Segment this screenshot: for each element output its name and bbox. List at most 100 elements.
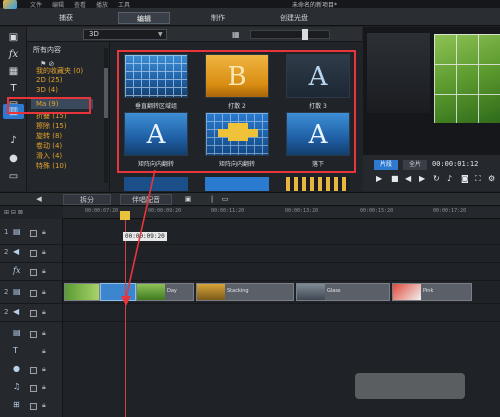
clip-thumbnail	[393, 284, 421, 300]
snapshot-icon[interactable]: ◙	[461, 174, 469, 183]
ruler-tick: 00:00:11:20	[211, 208, 245, 214]
lock-icon[interactable]: 🔒︎	[42, 248, 46, 257]
delete-icon[interactable]: ▣	[181, 194, 195, 205]
overlay-track-icon: ▤	[13, 328, 21, 337]
ruler-tick: 00:00:17:20	[433, 208, 467, 214]
category-item[interactable]: 卷动 (4)	[36, 141, 62, 151]
track-visibility-checkbox[interactable]	[30, 385, 37, 392]
speaker-icon[interactable]: ◀	[32, 194, 46, 205]
separator-icon: |	[210, 195, 214, 203]
tab-create-disc[interactable]: 创建光盘	[268, 12, 320, 24]
playhead-tooltip: 00:00:09:20	[123, 232, 167, 241]
tab-edit[interactable]: 编辑	[118, 12, 170, 24]
next-frame-icon[interactable]: ▶	[419, 174, 425, 183]
category-item[interactable]: 2D (25)	[36, 76, 62, 84]
transition-tile-7[interactable]	[124, 177, 188, 191]
clip-thumbnail	[297, 284, 325, 300]
menu-tools[interactable]: 工具	[118, 0, 130, 9]
lock-icon[interactable]: 🔒︎	[42, 267, 46, 276]
lock-icon[interactable]: 🔒︎	[42, 401, 46, 410]
video-track-icon: ▤	[13, 227, 21, 236]
clip-label: Pink	[423, 288, 434, 294]
clip-label: Stacking	[227, 288, 249, 294]
zoom-slider-handle[interactable]	[302, 29, 308, 40]
track-visibility-checkbox[interactable]	[30, 269, 37, 276]
chevron-down-icon[interactable]: ▼	[158, 31, 163, 38]
media-icon[interactable]: ▣	[5, 30, 22, 45]
mode-tab-bar: 捕获 编辑 制作 创建光盘	[0, 9, 500, 26]
timeline-zoom-icons[interactable]: ⊞ ⊟ ⊠	[4, 209, 23, 216]
clip-mode-button[interactable]: 片段	[374, 160, 398, 170]
track-divider	[0, 262, 500, 263]
audio-icon[interactable]: ♪	[5, 133, 22, 148]
audio-track-icon: ◀	[13, 247, 20, 256]
category-item[interactable]: 擦除 (15)	[36, 121, 67, 131]
playhead-line[interactable]	[125, 220, 126, 417]
menu-play[interactable]: 播放	[96, 0, 108, 9]
settings-icon[interactable]: ⚙	[488, 174, 495, 183]
track-visibility-checkbox[interactable]	[30, 331, 37, 338]
lock-icon[interactable]: 🔒︎	[42, 347, 46, 356]
title-icon[interactable]: T	[5, 81, 22, 96]
category-item[interactable]: 我的收藏夹 (0)	[36, 66, 83, 76]
tab-capture[interactable]: 捕获	[40, 12, 92, 24]
video-editor-window: 文件 编辑 查看 播放 工具 未命名的新项目* 捕获 编辑 制作 创建光盘 ▣ …	[0, 0, 500, 417]
video-clip[interactable]: Stacking	[196, 283, 294, 301]
highlight-box-category	[7, 97, 91, 114]
track-visibility-checkbox[interactable]	[30, 310, 37, 317]
project-mode-button[interactable]: 全片	[403, 160, 427, 170]
track-divider	[0, 244, 500, 245]
repeat-icon[interactable]: ↻	[433, 174, 440, 183]
lock-icon[interactable]: 🔒︎	[42, 383, 46, 392]
previous-frame-icon[interactable]: ◀	[405, 174, 411, 183]
video-clip[interactable]: Day	[136, 283, 194, 301]
lock-icon[interactable]: 🔒︎	[42, 365, 46, 374]
transition-on-timeline[interactable]	[100, 283, 136, 301]
volume-icon[interactable]: ♪	[447, 174, 452, 183]
track-number: 2	[4, 308, 9, 316]
voiceover-button[interactable]: 伴唱配音	[120, 194, 172, 205]
enlarge-icon[interactable]: ⛶	[475, 174, 481, 184]
grid-view-icon[interactable]: ▦	[232, 30, 240, 39]
menu-file[interactable]: 文件	[30, 0, 42, 9]
category-item[interactable]: 3D (4)	[36, 86, 58, 94]
menu-edit[interactable]: 编辑	[52, 0, 64, 9]
lock-icon[interactable]: 🔒︎	[42, 288, 46, 297]
library-toolbar: 3D ▼ ▦	[27, 27, 362, 42]
music-track-icon: ♫	[13, 382, 21, 391]
transition-tile-8[interactable]	[205, 177, 269, 191]
category-item[interactable]: 特殊 (10)	[36, 161, 67, 171]
subtitle-icon[interactable]: ▭	[5, 169, 22, 184]
category-item[interactable]: 滑入 (4)	[36, 151, 62, 161]
video-clip[interactable]: Pink	[392, 283, 472, 301]
track-visibility-checkbox[interactable]	[30, 250, 37, 257]
lock-icon[interactable]: 🔒︎	[42, 228, 46, 237]
timecode-display[interactable]: 00:00:01:12	[432, 160, 478, 168]
subtitle-track-icon: ⊞	[13, 400, 20, 409]
fx-icon[interactable]: fx	[5, 47, 22, 62]
thumbnail-zoom-slider[interactable]	[250, 30, 330, 39]
instant-project-icon[interactable]: ▦	[5, 64, 22, 79]
record-icon[interactable]: ●	[5, 151, 22, 166]
lock-icon[interactable]: 🔒︎	[42, 329, 46, 338]
gallery-dropdown[interactable]: 3D	[83, 29, 167, 40]
category-item[interactable]: 旋转 (8)	[36, 131, 62, 141]
track-number: 2	[4, 248, 9, 256]
playhead-handle[interactable]	[120, 211, 130, 220]
menu-view[interactable]: 查看	[74, 0, 86, 9]
category-scrollbar-thumb[interactable]	[104, 68, 108, 118]
track-visibility-checkbox[interactable]	[30, 290, 37, 297]
stop-icon[interactable]: ■	[391, 174, 399, 183]
track-divider	[0, 321, 500, 322]
tab-share[interactable]: 制作	[192, 12, 244, 24]
video-clip[interactable]: Glass	[296, 283, 390, 301]
mark-icon[interactable]: ▭	[218, 194, 232, 205]
track-visibility-checkbox[interactable]	[30, 367, 37, 374]
play-icon[interactable]: ▶	[376, 174, 382, 183]
lock-icon[interactable]: 🔒︎	[42, 308, 46, 317]
split-button[interactable]: 拆分	[63, 194, 111, 205]
video-clip[interactable]	[64, 283, 100, 301]
track-visibility-checkbox[interactable]	[30, 403, 37, 410]
transition-tile-9[interactable]	[286, 177, 350, 191]
track-visibility-checkbox[interactable]	[30, 230, 37, 237]
